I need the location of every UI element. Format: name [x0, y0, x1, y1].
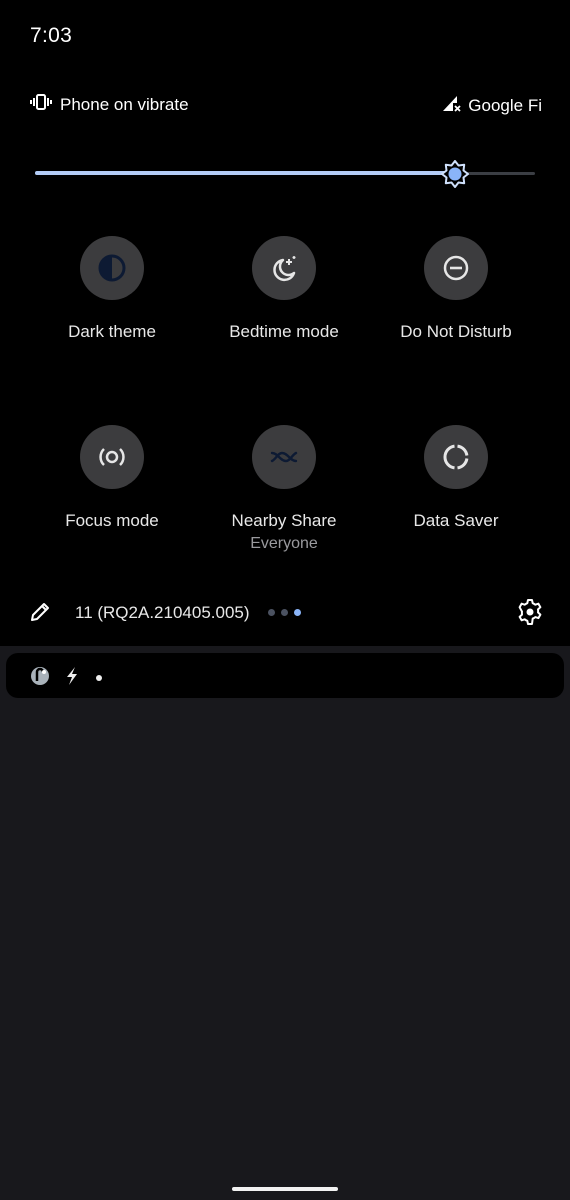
dark-theme-icon — [98, 254, 126, 282]
brightness-thumb[interactable] — [441, 160, 469, 188]
pencil-icon[interactable] — [28, 600, 52, 629]
do-not-disturb-icon — [443, 255, 469, 281]
clock: 7:03 — [30, 24, 73, 47]
carrier-label: Google Fi — [468, 95, 542, 115]
tile-label: Focus mode — [65, 511, 159, 530]
page-dot[interactable] — [294, 609, 301, 616]
tile-label: Dark theme — [68, 322, 156, 341]
brightness-icon — [441, 160, 469, 188]
tile-label: Do Not Disturb — [400, 322, 512, 341]
dot-icon — [94, 670, 104, 688]
tile-focus-mode[interactable]: Focus mode — [26, 425, 198, 531]
tile-nearby-share[interactable]: Nearby Share Everyone — [198, 425, 370, 553]
data-saver-icon — [443, 444, 469, 470]
qs-status-row: Phone on vibrate Google Fi — [30, 94, 542, 116]
page-indicator — [268, 609, 301, 616]
tile-sublabel: Everyone — [250, 535, 318, 552]
tile-label: Nearby Share — [231, 511, 337, 530]
notification-shelf[interactable] — [6, 653, 564, 698]
ringer-status[interactable]: Phone on vibrate — [30, 94, 189, 115]
carrier-status: Google Fi — [442, 94, 542, 117]
vibrate-icon — [30, 94, 52, 115]
brightness-slider[interactable] — [35, 160, 535, 188]
tile-bedtime-mode-button[interactable] — [252, 236, 316, 300]
tile-do-not-disturb[interactable]: Do Not Disturb — [370, 236, 542, 342]
tile-do-not-disturb-button[interactable] — [424, 236, 488, 300]
tile-focus-mode-button[interactable] — [80, 425, 144, 489]
gear-icon[interactable] — [516, 598, 544, 631]
nearby-share-icon — [270, 451, 298, 463]
bolt-icon — [64, 666, 80, 691]
page-dot[interactable] — [281, 609, 288, 616]
build-number[interactable]: 11 (RQ2A.210405.005) — [75, 603, 250, 623]
notification-icons — [30, 666, 104, 691]
tile-label: Bedtime mode — [229, 322, 339, 341]
focus-mode-icon — [99, 448, 125, 466]
app-notification-icon — [30, 666, 50, 691]
qs-footer: 11 (RQ2A.210405.005) — [28, 598, 544, 626]
signal-no-service-icon — [442, 94, 462, 117]
tile-data-saver-button[interactable] — [424, 425, 488, 489]
tile-bedtime-mode[interactable]: Bedtime mode — [198, 236, 370, 342]
brightness-track-fill — [35, 171, 455, 175]
quick-settings-panel: 7:03 Phone on vibrate Google Fi Dark the… — [0, 0, 570, 646]
tile-dark-theme-button[interactable] — [80, 236, 144, 300]
ringer-label: Phone on vibrate — [60, 94, 189, 114]
bedtime-moon-icon — [273, 256, 296, 282]
tile-dark-theme[interactable]: Dark theme — [26, 236, 198, 342]
tile-nearby-share-button[interactable] — [252, 425, 316, 489]
gesture-navigation-handle[interactable] — [232, 1187, 338, 1191]
tile-data-saver[interactable]: Data Saver — [370, 425, 542, 531]
tile-label: Data Saver — [413, 511, 499, 530]
page-dot[interactable] — [268, 609, 275, 616]
